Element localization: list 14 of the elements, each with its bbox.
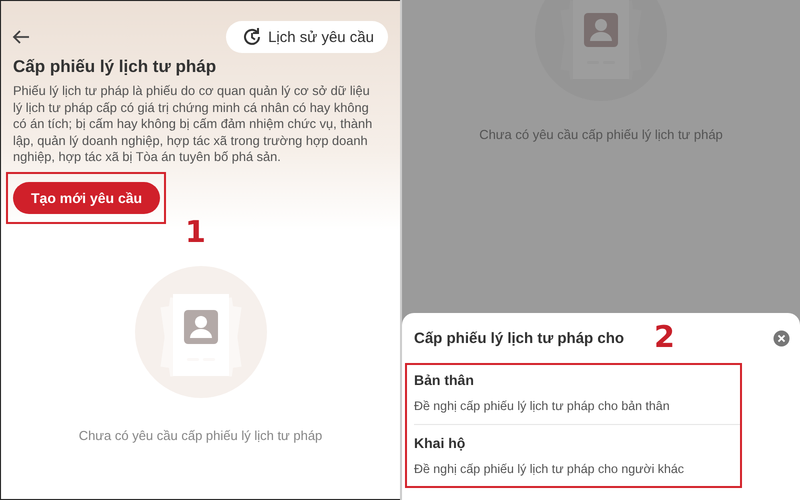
history-icon: [242, 27, 262, 47]
close-icon[interactable]: [773, 330, 790, 346]
empty-message: Chưa có yêu cầu cấp phiếu lý lịch tư pháp: [78, 428, 322, 443]
back-arrow-icon[interactable]: [11, 29, 31, 45]
option-item[interactable]: Khai hộ Đề nghị cấp phiếu lý lịch tư pháp cho người khác: [414, 432, 740, 482]
step-number: 1: [185, 215, 206, 250]
create-request-button[interactable]: Tạo mới yêu cầu: [13, 182, 160, 214]
description-text: Phiếu lý lịch tư pháp là phiếu do cơ quan quản lý cơ sở dữ liệu lý lịch tư pháp cấp có giá trị chứng minh cá nhân có hay không có án tích; bị cấm hay không bị cấm đảm nhiệm chức vụ, thành lập, quản lý doanh nghiệp, hợp tác xã trong trường hợp doanh nghiệp, hợp tác xã bị Tòa án tuyên bố phá sản.: [13, 83, 374, 166]
option-item[interactable]: Bản thân Đề nghị cấp phiếu lý lịch tư pháp cho bản thân: [414, 369, 740, 419]
step-number: 2: [654, 327, 675, 349]
sheet-title: Cấp phiếu lý lịch tư pháp cho: [414, 330, 624, 346]
history-button[interactable]: Lịch sử yêu cầu: [226, 21, 388, 53]
page-title: Cấp phiếu lý lịch tư pháp: [13, 57, 218, 77]
empty-message: Chưa có yêu cầu cấp phiếu lý lịch tư pháp: [479, 127, 723, 142]
